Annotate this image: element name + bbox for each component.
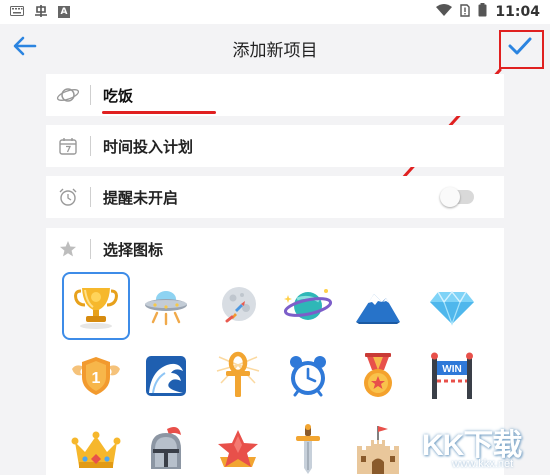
icon-picker-label: 选择图标 xyxy=(103,240,164,259)
keyboard-icon xyxy=(10,5,24,19)
icon-option-alarm-clock[interactable] xyxy=(274,342,342,410)
wifi-icon xyxy=(436,4,453,20)
reminder-row[interactable]: 提醒未开启 xyxy=(46,176,504,218)
row-separator xyxy=(90,136,91,156)
ufo-icon xyxy=(145,291,187,326)
icon-option-wave[interactable] xyxy=(132,342,200,410)
icon-option-trophy[interactable] xyxy=(62,272,130,340)
planet-outline-icon xyxy=(46,74,90,116)
battery-icon xyxy=(478,3,487,21)
bug-icon xyxy=(34,4,48,21)
alarm-clock-icon xyxy=(290,356,326,397)
name-row[interactable] xyxy=(46,74,504,116)
medal-number: 1 xyxy=(92,370,101,387)
icon-option-castle[interactable] xyxy=(344,416,412,475)
diamond-icon xyxy=(430,290,474,326)
icon-option-star-badge[interactable] xyxy=(204,416,272,475)
saturn-icon xyxy=(283,289,333,320)
star-badge-icon xyxy=(218,430,258,467)
castle-icon xyxy=(357,426,399,474)
app-a-icon: A xyxy=(58,6,70,18)
icon-picker-header: 选择图标 xyxy=(46,228,504,270)
icon-option-win-banner[interactable]: WIN xyxy=(418,342,486,410)
icon-option-crown[interactable] xyxy=(62,416,130,475)
sword-icon xyxy=(296,424,320,474)
icon-option-moon-rocket[interactable] xyxy=(204,272,272,340)
icon-option-sword[interactable] xyxy=(274,416,342,475)
mountain-icon xyxy=(356,294,400,324)
banner-text: WIN xyxy=(442,364,461,375)
star-icon xyxy=(46,228,90,270)
toggle-knob xyxy=(440,187,460,207)
trophy-icon xyxy=(74,288,118,329)
icon-option-saturn[interactable] xyxy=(274,272,342,340)
sim-no-signal-icon xyxy=(460,3,471,21)
arrow-left-icon xyxy=(13,36,37,60)
annotation-underline xyxy=(102,111,216,114)
moon-rocket-icon xyxy=(222,287,256,323)
icon-option-mountain[interactable] xyxy=(344,272,412,340)
row-separator xyxy=(90,187,91,207)
reminder-toggle[interactable] xyxy=(440,187,474,207)
crown-icon xyxy=(71,431,121,468)
reminder-label: 提醒未开启 xyxy=(103,188,179,207)
win-banner-icon: WIN xyxy=(431,352,473,399)
confirm-button[interactable] xyxy=(504,34,536,62)
knight-helmet-icon xyxy=(151,427,181,469)
icon-option-knight-helmet[interactable] xyxy=(132,416,200,475)
status-right: 11:04 xyxy=(436,3,540,21)
status-time: 11:04 xyxy=(495,4,540,20)
status-left: A xyxy=(10,4,70,21)
row-separator xyxy=(90,239,91,259)
icon-option-ankh[interactable] xyxy=(204,342,272,410)
winged-medal-1-icon: 1 xyxy=(72,357,120,395)
time-plan-label: 时间投入计划 xyxy=(103,137,194,156)
back-button[interactable] xyxy=(10,34,40,62)
icon-option-winged-medal[interactable]: 1 xyxy=(62,342,130,410)
star-medal-icon xyxy=(364,353,392,397)
time-plan-row[interactable]: 时间投入计划 xyxy=(46,125,504,167)
item-name-input[interactable] xyxy=(103,86,403,104)
page-title: 添加新项目 xyxy=(232,40,318,61)
icon-option-diamond[interactable] xyxy=(418,272,486,340)
alarm-clock-icon xyxy=(46,176,90,218)
calendar-7-icon xyxy=(46,125,90,167)
icon-picker-panel: 选择图标 1 WIN xyxy=(46,228,504,475)
wave-icon xyxy=(146,356,186,396)
row-separator xyxy=(90,85,91,105)
ankh-icon xyxy=(216,351,260,397)
icon-option-star-medal[interactable] xyxy=(344,342,412,410)
app-bar: 添加新项目 xyxy=(0,24,550,72)
status-bar: A 11:04 xyxy=(0,0,550,24)
checkmark-icon xyxy=(508,36,532,60)
icon-option-ufo[interactable] xyxy=(132,272,200,340)
